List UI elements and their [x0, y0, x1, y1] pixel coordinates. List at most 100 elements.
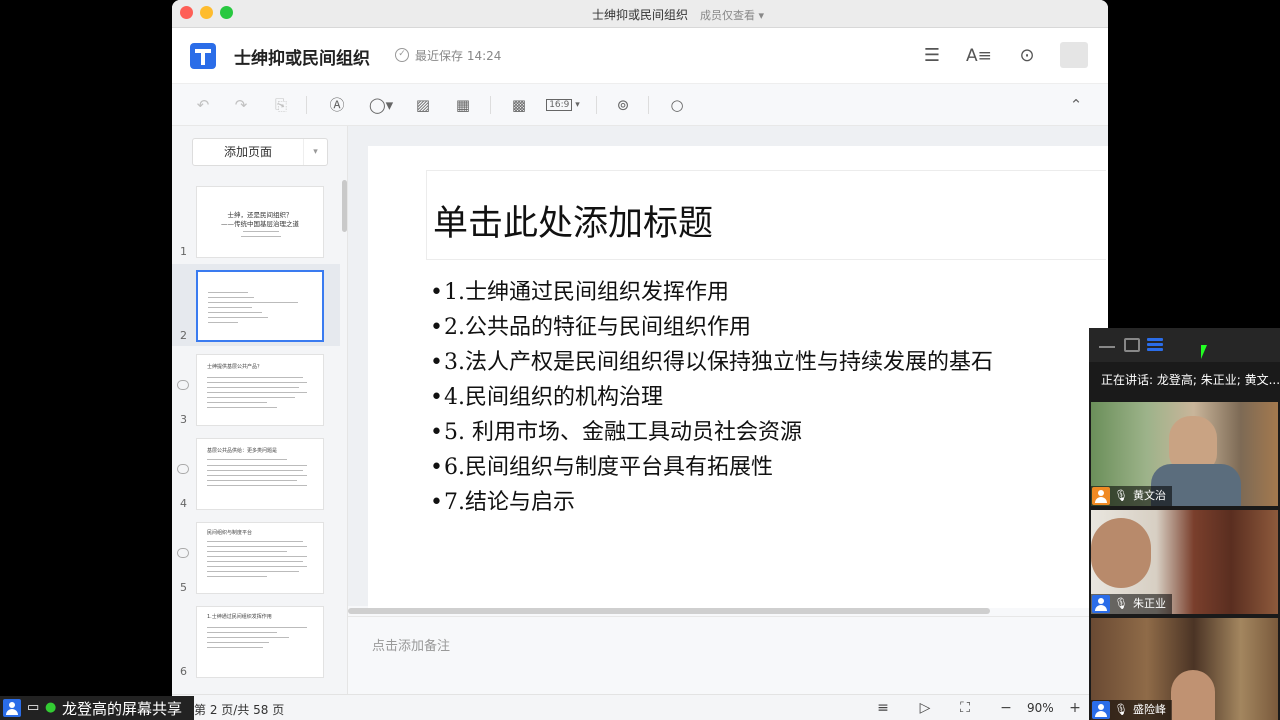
notes-toggle-icon[interactable]: ≡	[872, 698, 894, 718]
thumbnail-slide-5[interactable]: 民间组织与制度平台 5	[172, 516, 340, 598]
thumbnail-line	[207, 402, 267, 403]
slide-size-icon[interactable]: 16:9 ▾	[546, 94, 580, 116]
bullet-text: 3.法人产权是民间组织得以保持独立性与持续发展的基石	[444, 350, 993, 375]
participant-name-tag: 🎙 朱正业	[1091, 594, 1172, 614]
thumbnail-number: 4	[180, 497, 187, 510]
menu-icon[interactable]: ☰	[920, 44, 944, 68]
comment-icon[interactable]	[177, 464, 189, 474]
add-page-button[interactable]: 添加页面 ▾	[192, 138, 328, 166]
minimize-icon[interactable]	[1099, 346, 1115, 348]
participant-avatar-icon	[1092, 487, 1110, 505]
collapse-toolbar-icon[interactable]: ⌃	[1065, 94, 1087, 116]
bullet-item: •6.民间组织与制度平台具有拓展性	[430, 449, 993, 484]
participant-video-tile[interactable]: 🎙 朱正业	[1091, 510, 1278, 614]
bullet-dot-icon: •	[430, 315, 443, 340]
thumbnail-title: 民间组织与制度平台	[207, 530, 253, 536]
toolbar-divider	[596, 96, 597, 114]
textbox-icon[interactable]: Ⓐ	[326, 94, 348, 116]
zoom-out-icon[interactable]: −	[996, 698, 1016, 718]
notes-placeholder: 点击添加备注	[372, 639, 451, 654]
text-style-icon[interactable]: A≡	[966, 44, 992, 68]
meeting-panel-toolbar	[1089, 328, 1280, 362]
bullet-item: •4.民间组织的机构治理	[430, 379, 993, 414]
thumbnail-preview: 基层公共品供给：更多类问题是	[196, 438, 324, 510]
thumbnail-line	[207, 387, 299, 388]
bullet-text: 4.民间组织的机构治理	[444, 385, 663, 410]
thumbnail-number: 1	[180, 245, 187, 258]
play-icon[interactable]: ▷	[914, 698, 936, 718]
bullet-text: 7.结论与启示	[444, 490, 575, 515]
microphone-icon: 🎙	[1114, 489, 1128, 502]
thumbnail-line	[207, 637, 289, 638]
zoom-level[interactable]: 90%	[1027, 701, 1054, 715]
list-view-icon[interactable]	[1147, 338, 1163, 352]
document-title[interactable]: 士绅抑或民间组织	[234, 44, 370, 69]
toolbar-divider	[306, 96, 307, 114]
table-icon[interactable]: ▦	[452, 94, 474, 116]
participant-name: 黄文治	[1132, 489, 1166, 502]
thumbnail-line	[207, 576, 267, 577]
bullet-list[interactable]: •1.士绅通过民间组织发挥作用 •2.公共品的特征与民间组织作用 •3.法人产权…	[430, 274, 993, 519]
background-icon[interactable]: ▩	[508, 94, 530, 116]
saved-check-icon: ✓	[395, 48, 409, 62]
bullet-dot-icon: •	[430, 350, 443, 375]
meeting-panel: 正在讲话: 龙登高; 朱正业; 黄文... 🎙 黄文治 🎙 朱正业 🎙 盛险峰	[1089, 328, 1280, 720]
format-painter-icon[interactable]: ⎘	[270, 94, 292, 116]
minimize-window-button[interactable]	[200, 6, 213, 19]
notes-area[interactable]: 点击添加备注	[348, 616, 1108, 688]
mouse-cursor-icon	[1201, 345, 1207, 359]
thumbnail-line	[207, 475, 307, 476]
title-placeholder[interactable]: 单击此处添加标题	[426, 170, 1106, 260]
user-avatar[interactable]	[1060, 42, 1088, 68]
zoom-window-button[interactable]	[220, 6, 233, 19]
participant-name: 盛险峰	[1132, 703, 1166, 716]
bullet-dot-icon: •	[430, 385, 443, 410]
undo-icon[interactable]: ↶	[192, 94, 214, 116]
play-slideshow-icon[interactable]: ⊙	[1015, 44, 1039, 68]
close-window-button[interactable]	[180, 6, 193, 19]
participant-video-tile[interactable]: 🎙 黄文治	[1091, 402, 1278, 506]
thumbnail-preview: 民间组织与制度平台	[196, 522, 324, 594]
image-icon[interactable]: ▨	[412, 94, 434, 116]
permission-mode-dropdown[interactable]: 成员仅查看 ▾	[700, 7, 764, 23]
thumbnail-scrollbar[interactable]	[342, 180, 347, 232]
thumbnail-slide-3[interactable]: 士绅提供基层公共产品？ 3	[172, 348, 340, 430]
page-indicator: 第 2 页/共 58 页	[194, 703, 285, 717]
bullet-text: 5. 利用市场、金融工具动员社会资源	[444, 420, 802, 445]
horizontal-scrollbar[interactable]	[348, 608, 990, 614]
screen-share-badge[interactable]: ▭ ● 龙登高的屏幕共享	[0, 696, 194, 720]
comment-icon[interactable]	[177, 380, 189, 390]
fit-to-window-icon[interactable]: ⛶	[954, 698, 976, 718]
thumbnail-number: 2	[180, 329, 187, 342]
current-slide[interactable]: 单击此处添加标题 •1.士绅通过民间组织发挥作用 •2.公共品的特征与民间组织作…	[368, 146, 1108, 608]
thumbnail-slide-2[interactable]: 2	[172, 264, 340, 346]
speaking-indicator: 正在讲话: 龙登高; 朱正业; 黄文...	[1089, 362, 1280, 398]
thumbnail-line	[207, 561, 303, 562]
app-header: 士绅抑或民间组织 ✓ 最近保存 14:24 ☰ A≡ ⊙	[172, 28, 1108, 84]
slide-thumbnail-panel: 添加页面 ▾ 士绅，还是民间组织？ ——传统中国基层治理之道 1 2 士绅提供基…	[172, 126, 348, 720]
search-icon[interactable]: ○	[666, 94, 688, 116]
thumbnail-slide-1[interactable]: 士绅，还是民间组织？ ——传统中国基层治理之道 1	[172, 180, 340, 262]
redo-icon[interactable]: ↷	[230, 94, 252, 116]
zoom-in-icon[interactable]: +	[1065, 698, 1085, 718]
thumbnail-preview: 1.士绅通过民间组织发挥作用	[196, 606, 324, 678]
maximize-icon[interactable]	[1124, 338, 1140, 352]
thumbnail-slide-4[interactable]: 基层公共品供给：更多类问题是 4	[172, 432, 340, 514]
comment-icon[interactable]	[177, 548, 189, 558]
status-bar: 第 2 页/共 58 页 ≡ ▷ ⛶ − 90% +	[172, 694, 1108, 720]
thumbnail-number: 5	[180, 581, 187, 594]
thumbnail-line	[207, 551, 287, 552]
thumbnail-slide-6[interactable]: 1.士绅通过民间组织发挥作用 6	[172, 600, 340, 682]
comment-icon[interactable]: ⊚	[612, 94, 634, 116]
shape-icon[interactable]: ◯▾	[366, 94, 396, 116]
window-title: 士绅抑或民间组织	[592, 8, 689, 22]
thumbnail-line	[207, 632, 277, 633]
thumbnail-line	[207, 642, 269, 643]
participant-face	[1171, 670, 1215, 720]
thumbnail-line	[207, 647, 263, 648]
participant-video-tile[interactable]: 🎙 盛险峰	[1091, 618, 1278, 720]
slide-title[interactable]: 单击此处添加标题	[433, 195, 713, 246]
add-page-label: 添加页面	[223, 145, 272, 159]
add-page-dropdown-icon[interactable]: ▾	[303, 139, 327, 165]
thumbnail-preview: 士绅提供基层公共产品？	[196, 354, 324, 426]
